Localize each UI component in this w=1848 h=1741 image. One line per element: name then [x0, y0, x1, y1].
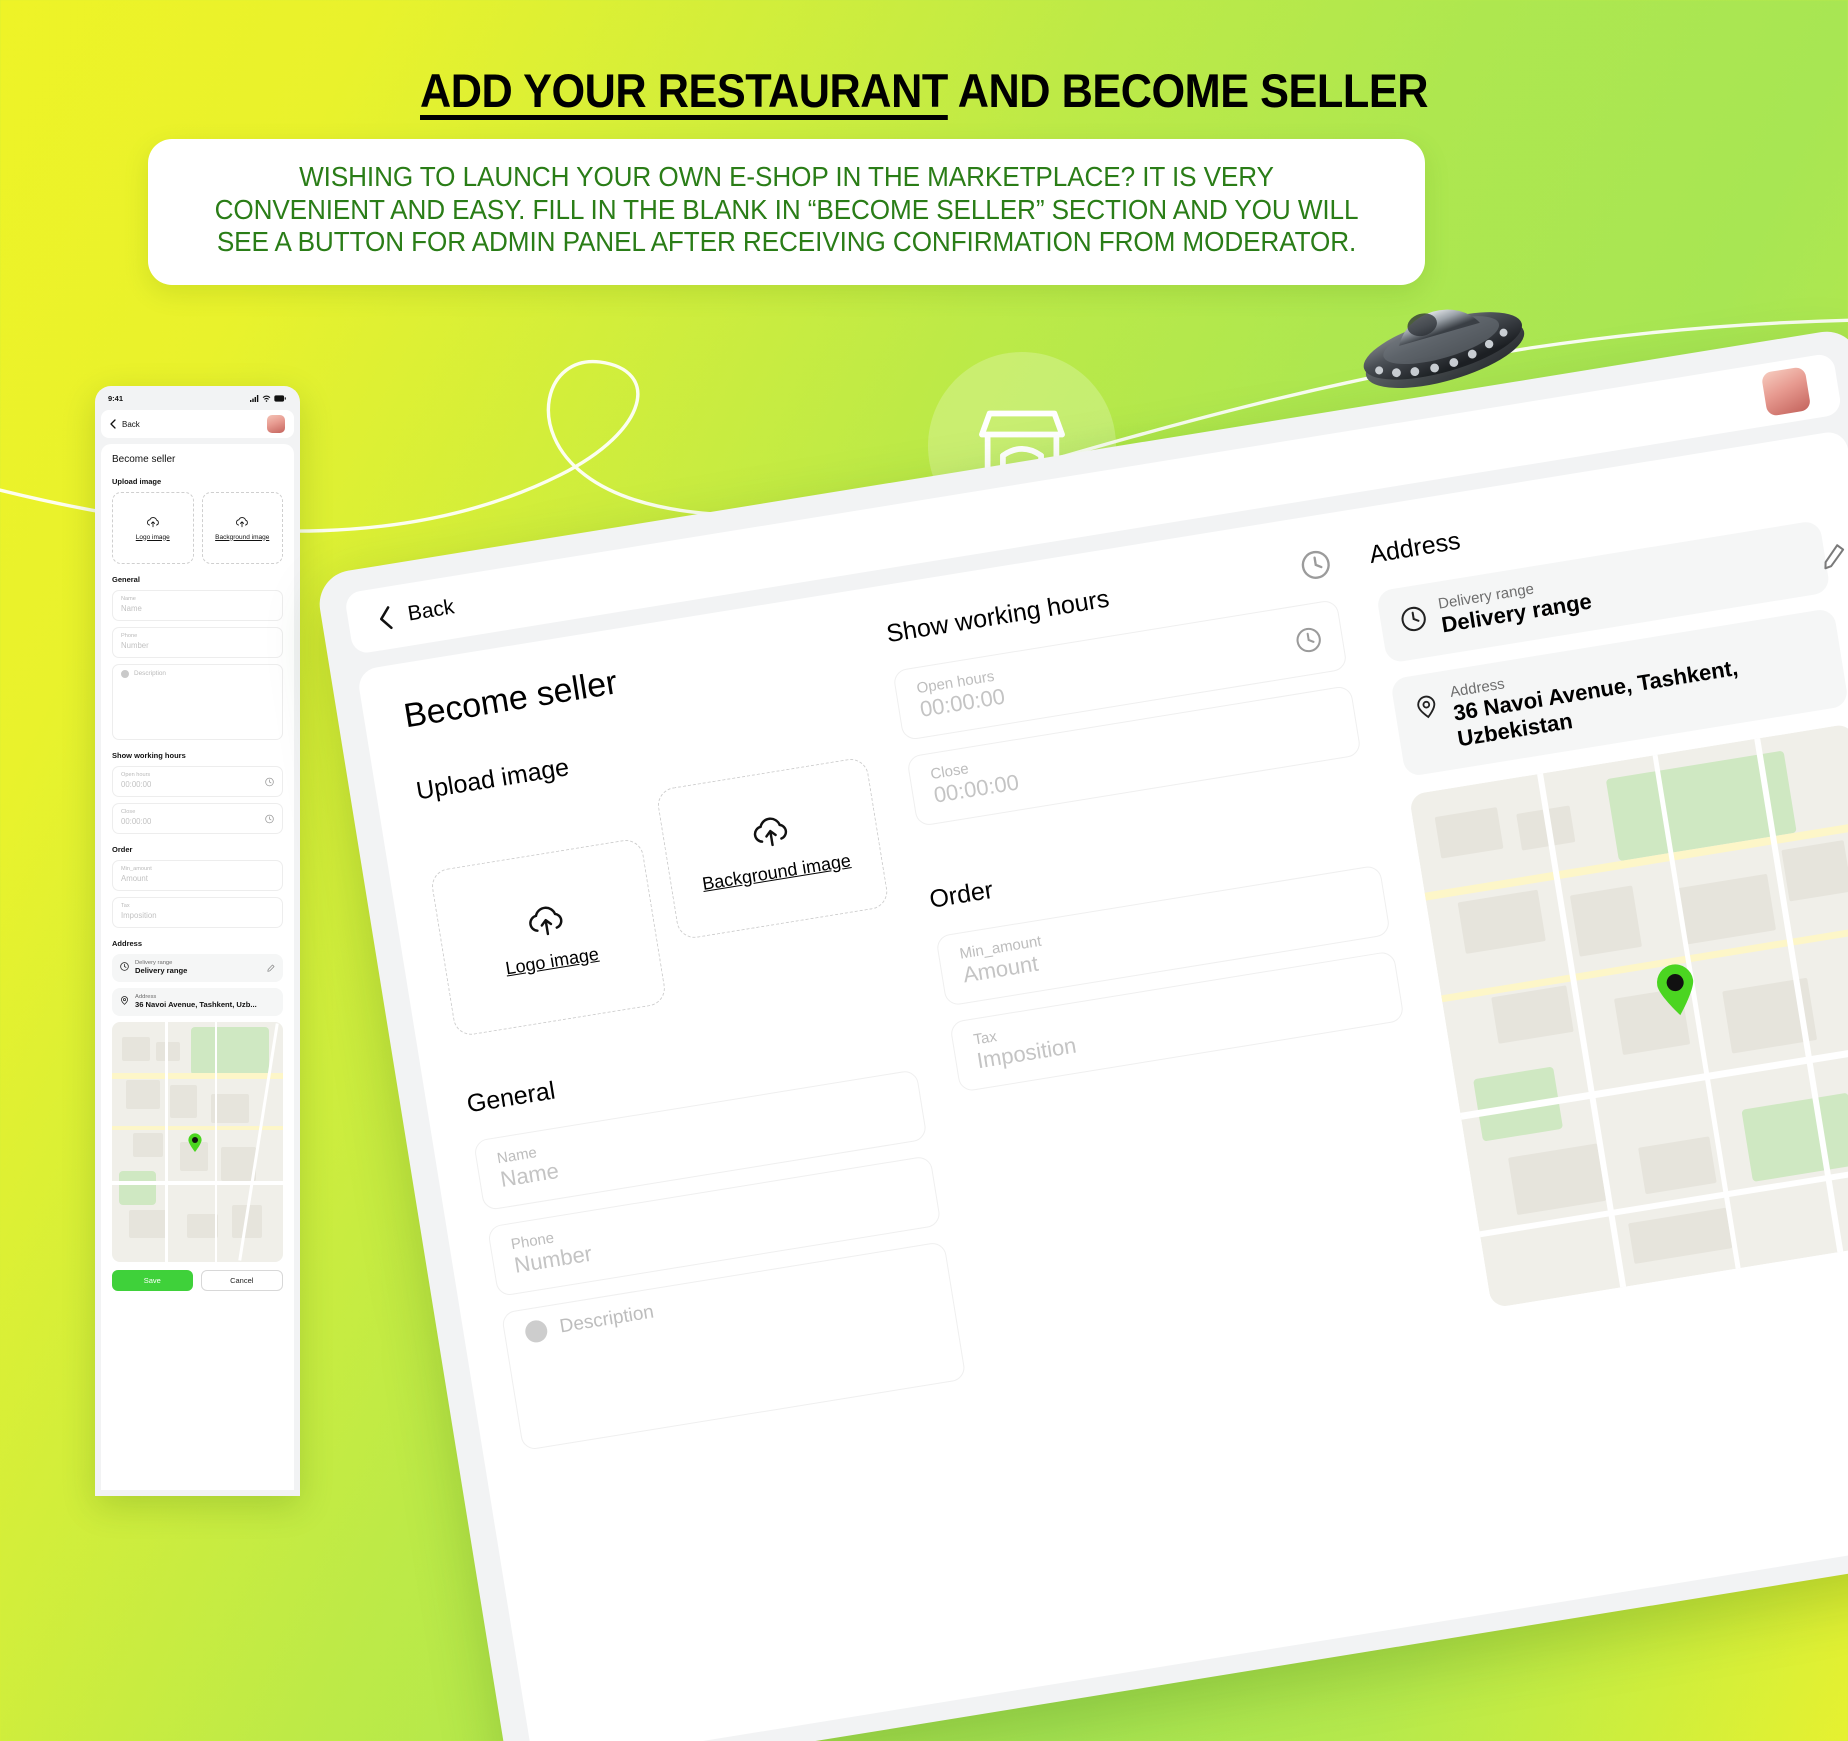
phone-map[interactable] — [112, 1022, 283, 1263]
section-hours-label: Show working hours — [112, 751, 186, 761]
section-order-label: Order — [112, 845, 133, 855]
clock-icon — [120, 962, 129, 972]
page-title: ADD YOUR RESTAURANT AND BECOME SELLER — [74, 63, 1774, 118]
delivery-range-card[interactable]: Delivery range Delivery range — [112, 954, 283, 983]
tablet-upload-logo-box[interactable]: Logo image — [429, 837, 668, 1038]
upload-background-box[interactable]: Background image — [201, 492, 283, 564]
edit-pencil-icon[interactable] — [267, 964, 275, 973]
clock-icon[interactable] — [1298, 548, 1332, 582]
phone-status-bar: 9:41 — [95, 386, 300, 410]
open-hours-field[interactable]: Open hours 00:00:00 — [112, 766, 283, 798]
clock-icon — [1401, 606, 1426, 632]
avatar[interactable] — [267, 415, 285, 433]
phone-action-bar: Save Cancel — [112, 1270, 283, 1301]
description-field-label: Description — [121, 670, 274, 679]
map-pin-marker — [188, 1133, 202, 1152]
cellular-signal-icon — [250, 394, 259, 402]
back-label: Back — [122, 419, 140, 429]
chevron-left-icon — [379, 606, 393, 630]
min-amount-field[interactable]: Min_amount Amount — [112, 860, 283, 892]
upload-cloud-icon — [236, 516, 249, 527]
section-upload-label: Upload image — [112, 477, 162, 486]
page-title-underlined: ADD YOUR RESTAURANT — [420, 64, 948, 117]
name-field-label: Name — [121, 596, 136, 602]
tablet-map[interactable] — [1408, 723, 1848, 1309]
comment-bubble-icon — [523, 1318, 549, 1345]
upload-cloud-icon — [753, 817, 787, 846]
min-amount-value: Amount — [121, 873, 148, 883]
close-hours-value: 00:00:00 — [121, 816, 152, 826]
tablet-back-button[interactable]: Back — [377, 595, 457, 631]
phone-field[interactable]: Phone Number — [112, 627, 283, 659]
tablet-section-hours-label: Show working hours — [884, 584, 1112, 648]
tablet-screen-content: Become seller Upload image Logo image Ba… — [356, 429, 1848, 1741]
min-amount-label: Min_amount — [121, 866, 152, 873]
clock-icon[interactable] — [1293, 625, 1323, 655]
map-pin-icon — [1417, 695, 1435, 719]
battery-icon — [274, 394, 286, 402]
screen-title: Become seller — [112, 454, 176, 465]
description-field[interactable]: Description — [112, 664, 283, 741]
subtitle-card: WISHING TO LAUNCH YOUR OWN E-SHOP IN THE… — [148, 139, 1425, 286]
phone-mockup: 9:41 Back Become seller Upload image Log… — [95, 386, 300, 1496]
save-button[interactable]: Save — [112, 1270, 193, 1292]
close-hours-field[interactable]: Close 00:00:00 — [112, 803, 283, 835]
upload-cloud-icon — [528, 906, 563, 935]
back-button[interactable]: Back — [110, 419, 140, 429]
phone-screen-content: Become seller Upload image Logo image Ba… — [101, 444, 294, 1490]
open-hours-value: 00:00:00 — [121, 779, 152, 789]
tablet-upload-row: Logo image Background image — [422, 756, 899, 1038]
map-pin-icon — [121, 996, 128, 1006]
tax-label: Tax — [121, 903, 130, 910]
wifi-icon — [262, 395, 271, 402]
chevron-left-icon — [110, 419, 116, 429]
tablet-upload-logo-label: Logo image — [504, 943, 601, 978]
section-address-label: Address — [112, 939, 143, 949]
tablet-upload-background-label: Background image — [700, 849, 853, 894]
phone-field-label: Phone — [121, 633, 138, 640]
address-card[interactable]: Address 36 Navoi Avenue, Tashkent, Uzb..… — [112, 988, 283, 1017]
upload-background-label: Background image — [215, 533, 270, 541]
tablet-upload-background-box[interactable]: Background image — [654, 756, 891, 941]
avatar[interactable] — [1760, 366, 1812, 417]
tablet-back-label: Back — [406, 595, 456, 626]
name-field[interactable]: Name Name — [112, 590, 283, 622]
description-field-label-text: Description — [134, 670, 166, 678]
section-general-label: General — [112, 575, 140, 584]
comment-bubble-icon — [121, 670, 129, 679]
upload-logo-label: Logo image — [135, 533, 170, 541]
phone-field-value: Number — [121, 640, 149, 650]
tax-value: Imposition — [121, 910, 157, 920]
upload-logo-box[interactable]: Logo image — [112, 492, 194, 564]
open-hours-label: Open hours — [121, 772, 151, 779]
tablet-mockup: Back Become seller Upload image Logo ima… — [314, 326, 1848, 1741]
map-canvas — [1408, 723, 1848, 1309]
map-pin-marker — [1656, 964, 1693, 1016]
edit-pencil-icon[interactable] — [1819, 541, 1848, 571]
delivery-range-value: Delivery range — [135, 966, 188, 976]
name-field-value: Name — [121, 603, 142, 613]
phone-nav-bar: Back — [101, 410, 294, 438]
upload-cloud-icon — [146, 516, 159, 527]
subtitle-text: WISHING TO LAUNCH YOUR OWN E-SHOP IN THE… — [214, 161, 1359, 258]
upload-row: Logo image Background image — [112, 492, 283, 564]
close-hours-label: Close — [121, 809, 136, 816]
address-value: 36 Navoi Avenue, Tashkent, Uzb... — [135, 1000, 257, 1010]
status-indicators — [250, 394, 286, 402]
tax-field[interactable]: Tax Imposition — [112, 897, 283, 929]
page-title-rest: AND BECOME SELLER — [947, 64, 1429, 117]
status-time: 9:41 — [108, 393, 124, 403]
cancel-button[interactable]: Cancel — [200, 1270, 283, 1292]
clock-icon[interactable] — [265, 777, 274, 786]
clock-icon[interactable] — [265, 814, 274, 823]
tablet-description-label-text: Description — [558, 1301, 656, 1338]
